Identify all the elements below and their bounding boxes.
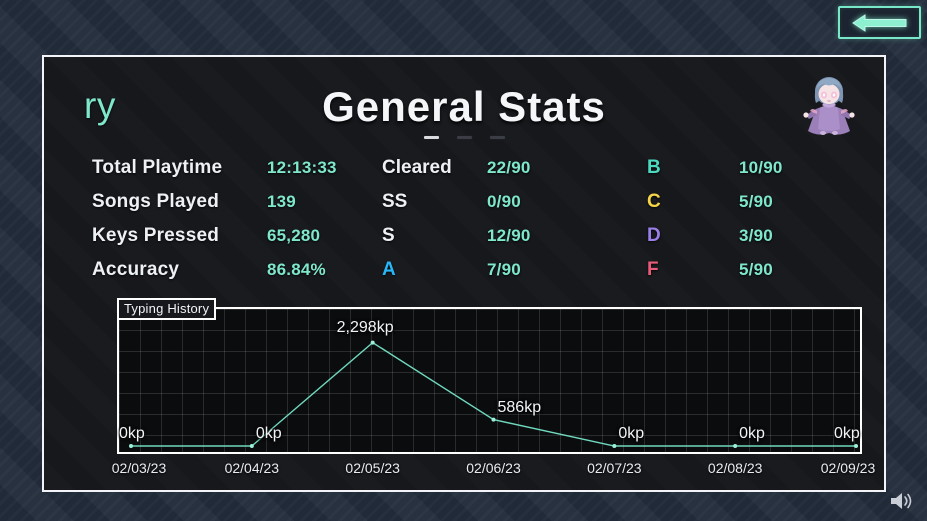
typing-history-chart: Typing History 02/03/23 02/04/23 02/05/23 0…: [73, 298, 875, 476]
avatar: [800, 71, 858, 137]
page-dot-2[interactable]: [455, 135, 473, 140]
grade-value-ss: 0/90: [487, 192, 521, 211]
chart-x-tick: 02/03/23: [111, 460, 167, 476]
arrow-left-icon: [851, 13, 909, 32]
chart-point-label: 0kp: [255, 425, 282, 442]
grade-value-cleared: 22/90: [487, 158, 531, 177]
grade-label-a: A: [382, 259, 396, 280]
grade-label-c: C: [647, 191, 661, 212]
grade-value-d: 3/90: [739, 226, 773, 245]
chart-x-tick: 02/04/23: [224, 460, 280, 476]
stat-label-total-playtime: Total Playtime: [92, 157, 223, 178]
speaker-volume-icon[interactable]: [889, 490, 915, 512]
chart-title: Typing History: [117, 298, 217, 320]
chart-x-axis: 02/03/23 02/04/23 02/05/23 02/06/23 02/07/23…: [73, 460, 876, 482]
grade-label-f: F: [647, 259, 659, 280]
grade-value-b: 10/90: [739, 158, 783, 177]
stat-value-songs-played: 139: [267, 192, 296, 211]
chart-point-label: 0kp: [119, 425, 145, 442]
grade-value-a: 7/90: [487, 260, 521, 279]
page-dot-1[interactable]: [422, 135, 440, 140]
grade-label-d: D: [647, 225, 661, 246]
chart-x-tick: 02/08/23: [707, 460, 763, 476]
chart-x-tick: 02/06/23: [466, 460, 521, 476]
stat-label-keys-pressed: Keys Pressed: [92, 225, 220, 246]
page-indicator: [44, 135, 884, 140]
page-title: General Stats: [322, 83, 606, 130]
chart-point-label: 2,298kp: [336, 318, 394, 336]
stat-label-accuracy: Accuracy: [92, 259, 180, 280]
stat-label-songs-played: Songs Played: [92, 191, 219, 212]
grade-label-b: B: [647, 157, 661, 178]
chart-x-tick: 02/09/23: [820, 460, 876, 476]
grade-value-c: 5/90: [739, 192, 773, 211]
grade-label-cleared: Cleared: [382, 157, 452, 178]
stat-value-total-playtime: 12:13:33: [267, 158, 337, 177]
chart-point-label: 0kp: [618, 425, 645, 442]
stats-panel: ry General Stats Total Playtime 12:13:33…: [42, 55, 886, 492]
chart-x-tick: 02/05/23: [345, 460, 400, 476]
stats-grid: Total Playtime 12:13:33 Cleared 22/90 B …: [92, 157, 844, 281]
stat-value-keys-pressed: 65,280: [267, 226, 321, 245]
chart-point-label: 0kp: [834, 425, 860, 442]
grade-value-s: 12/90: [487, 226, 531, 245]
chart-point-label: 0kp: [739, 425, 765, 442]
grade-label-s: S: [382, 225, 395, 246]
grade-label-ss: SS: [382, 191, 408, 212]
chart-point-label: 586kp: [497, 398, 542, 416]
back-button[interactable]: [838, 6, 921, 39]
stat-value-accuracy: 86.84%: [267, 260, 326, 279]
chart-x-tick: 02/07/23: [587, 460, 642, 476]
app-root: ry General Stats Total Playtime 12:13:33…: [0, 0, 927, 521]
grade-value-f: 5/90: [739, 260, 773, 279]
page-dot-3[interactable]: [488, 135, 506, 140]
